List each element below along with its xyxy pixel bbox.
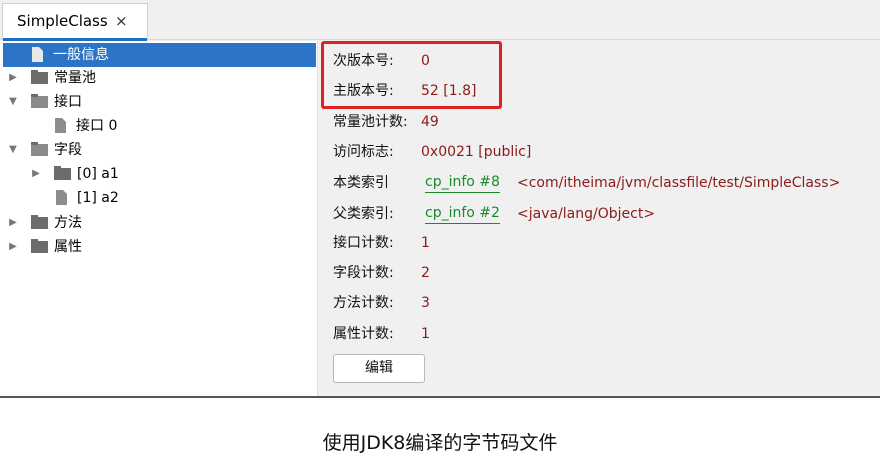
tree-item-methods[interactable]: ▶ 方法 [0, 211, 300, 235]
field-label: 常量池计数: [333, 114, 408, 130]
tree-item-label: [0] a1 [77, 166, 119, 182]
tree-item-interfaces[interactable]: ▼ 接口 [0, 90, 300, 114]
collapse-arrow-icon[interactable]: ▼ [7, 138, 19, 162]
expand-arrow-icon[interactable]: ▶ [7, 211, 19, 235]
expand-arrow-icon[interactable]: ▶ [7, 235, 19, 259]
field-label: 访问标志: [333, 144, 394, 160]
field-label: 字段计数: [333, 265, 394, 281]
tree-item-fields[interactable]: ▼ 字段 [0, 138, 300, 162]
row-this-class: 本类索引 cp_info #8 <com/itheima/jvm/classfi… [333, 172, 873, 194]
field-value: 2 [421, 265, 430, 281]
tab-simpleclass[interactable]: SimpleClass × [2, 3, 148, 41]
field-label: 方法计数: [333, 295, 394, 311]
folder-open-icon [31, 94, 48, 108]
folder-icon [54, 166, 71, 180]
tree-item-label: 方法 [54, 215, 82, 231]
tree-item-label: 一般信息 [53, 47, 109, 63]
folder-open-icon [31, 142, 48, 156]
close-icon[interactable]: × [115, 4, 128, 38]
field-value: 1 [421, 326, 430, 342]
tree-item-label: 属性 [54, 239, 82, 255]
tree-item-label: 常量池 [54, 70, 96, 86]
structure-tree: 一般信息 ▶ 常量池 ▼ 接口 接口 0 ▼ 字段 ▶ [0] a1 [1] a… [0, 41, 318, 396]
field-value: 0x0021 [public] [421, 144, 532, 160]
row-super-class: 父类索引: cp_info #2 <java/lang/Object> [333, 203, 873, 225]
folder-icon [31, 70, 48, 84]
field-label: 次版本号: [333, 53, 394, 69]
tree-item-label: [1] a2 [77, 190, 119, 206]
class-viewer-window: SimpleClass × 一般信息 ▶ 常量池 ▼ 接口 接口 0 ▼ 字段 [0, 0, 880, 398]
field-label: 接口计数: [333, 235, 394, 251]
file-icon [32, 47, 43, 62]
field-value: 1 [421, 235, 430, 251]
collapse-arrow-icon[interactable]: ▼ [7, 90, 19, 114]
tree-item-field-0[interactable]: ▶ [0] a1 [0, 162, 300, 186]
figure-caption: 使用JDK8编译的字节码文件 [322, 432, 558, 454]
field-value: 0 [421, 53, 430, 69]
tree-item-label: 字段 [54, 142, 82, 158]
field-label: 主版本号: [333, 83, 394, 99]
edit-button[interactable]: 编辑 [333, 354, 425, 383]
cp-info-link[interactable]: cp_info #2 [425, 203, 500, 224]
tree-item-general[interactable]: 一般信息 [3, 43, 316, 67]
tree-item-label: 接口 0 [76, 118, 118, 134]
folder-icon [31, 239, 48, 253]
class-reference: <java/lang/Object> [517, 206, 656, 222]
expand-arrow-icon[interactable]: ▶ [30, 162, 42, 186]
tab-bar: SimpleClass × [0, 0, 880, 41]
field-label: 父类索引: [333, 206, 394, 222]
tree-item-constant-pool[interactable]: ▶ 常量池 [0, 66, 300, 90]
field-label: 本类索引 [333, 175, 389, 191]
file-icon [56, 190, 67, 205]
expand-arrow-icon[interactable]: ▶ [7, 66, 19, 90]
file-icon [55, 118, 66, 133]
tree-item-field-1[interactable]: [1] a2 [0, 186, 300, 210]
field-value: 52 [1.8] [421, 83, 477, 99]
tree-item-label: 接口 [54, 94, 82, 110]
folder-icon [31, 215, 48, 229]
class-reference: <com/itheima/jvm/classfile/test/SimpleCl… [517, 175, 841, 191]
cp-info-link[interactable]: cp_info #8 [425, 172, 500, 193]
tree-item-attributes[interactable]: ▶ 属性 [0, 235, 300, 259]
tree-item-interface-0[interactable]: 接口 0 [0, 114, 300, 138]
tab-title: SimpleClass [17, 12, 108, 30]
field-value: 49 [421, 114, 439, 130]
field-value: 3 [421, 295, 430, 311]
general-info-panel: 次版本号: 0 主版本号: 52 [1.8] 常量池计数: 49 访问标志: 0… [319, 41, 880, 396]
field-label: 属性计数: [333, 326, 394, 342]
